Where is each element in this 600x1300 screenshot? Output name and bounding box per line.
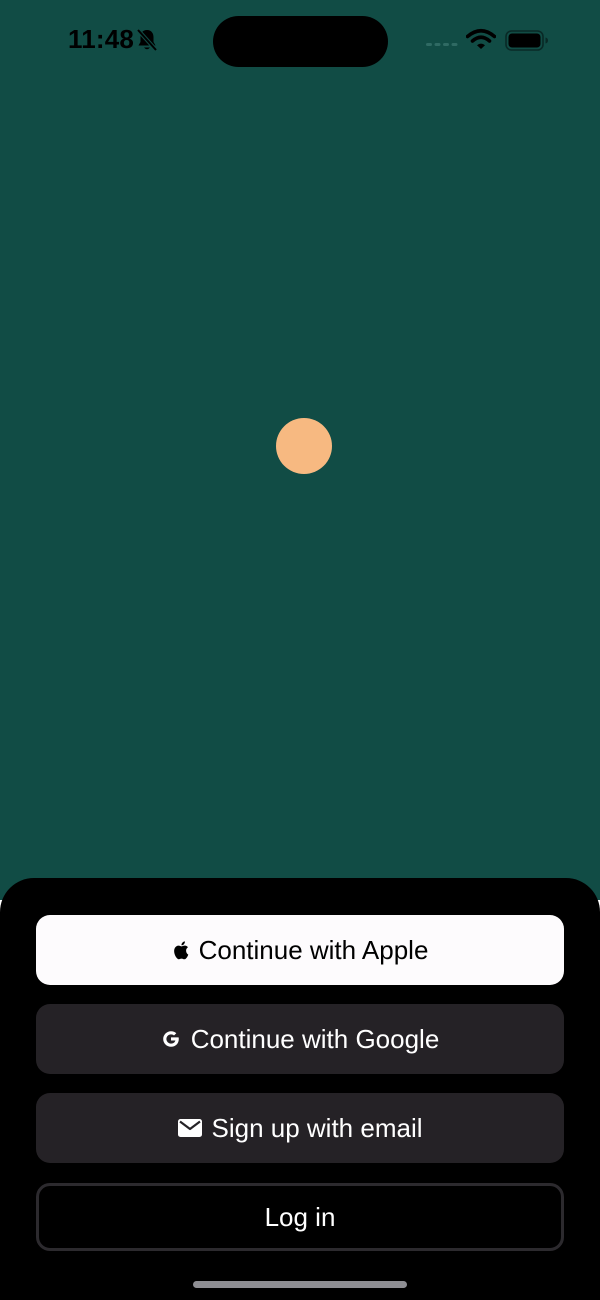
home-indicator	[193, 1281, 407, 1288]
wifi-icon	[466, 28, 496, 49]
continue-with-google-button[interactable]: Continue with Google	[36, 1004, 564, 1074]
status-bar: 11:48	[0, 0, 600, 82]
battery-icon	[505, 30, 548, 51]
status-time: 11:48	[68, 24, 135, 54]
apple-button-label: Continue with Apple	[198, 934, 429, 965]
apple-icon	[173, 941, 188, 960]
log-in-button[interactable]: Log in	[36, 1183, 564, 1251]
dynamic-island	[213, 16, 388, 67]
bell-slash-icon	[136, 28, 158, 52]
envelope-icon	[177, 1119, 202, 1137]
screen: 11:48 Continue with Apple Continue with …	[0, 0, 600, 1300]
google-button-label: Continue with Google	[190, 1023, 440, 1054]
email-button-label: Sign up with email	[211, 1112, 423, 1143]
continue-with-apple-button[interactable]: Continue with Apple	[36, 915, 564, 985]
sign-up-with-email-button[interactable]: Sign up with email	[36, 1093, 564, 1163]
signal-icon	[426, 43, 458, 46]
loading-indicator	[276, 418, 332, 474]
login-button-label: Log in	[264, 1201, 336, 1232]
google-icon	[162, 1031, 179, 1047]
